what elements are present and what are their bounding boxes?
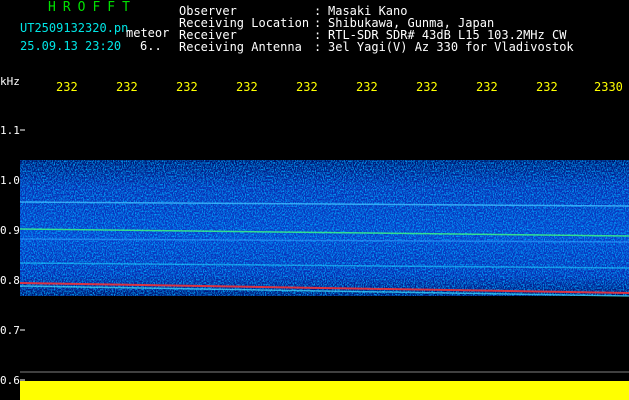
file-name: UT2509132320.pn (20, 21, 129, 35)
spectrogram-plot (20, 129, 629, 381)
noise-texture (20, 160, 629, 296)
y-tick-label: 0.8 (0, 274, 20, 287)
x-tick-label: 232 (116, 80, 138, 94)
x-tick-label: 232 (476, 80, 498, 94)
x-tick-label: 232 (296, 80, 318, 94)
y-tick-label: 0.9 (0, 224, 20, 237)
x-tick-label: 232 (236, 80, 258, 94)
y-tick-label: 0.6 (0, 374, 20, 387)
info-label-antenna: Receiving Antenna (179, 40, 302, 54)
y-axis-unit: kHz (0, 75, 20, 88)
x-tick-label: 2330 (594, 80, 623, 94)
x-tick-label: 232 (176, 80, 198, 94)
x-tick-label: 232 (356, 80, 378, 94)
date-time: 25.09.13 23:20 (20, 39, 122, 53)
signal-strength-bar (20, 381, 629, 400)
y-tick-label: 0.7 (0, 324, 20, 337)
x-tick-label: 232 (536, 80, 558, 94)
info-value-antenna: 3el Yagi(V) Az 330 for Vladivostok (328, 40, 574, 54)
y-tick-label: 1.0 (0, 174, 20, 187)
info-colon: : (314, 40, 322, 54)
x-tick-label: 232 (416, 80, 438, 94)
file-suffix: meteor (126, 26, 170, 40)
date-extra: 6.. (140, 39, 162, 53)
x-tick-label: 232 (56, 80, 78, 94)
y-tick-label: 1.1 (0, 124, 20, 137)
app-title: HROFFT (48, 0, 137, 15)
